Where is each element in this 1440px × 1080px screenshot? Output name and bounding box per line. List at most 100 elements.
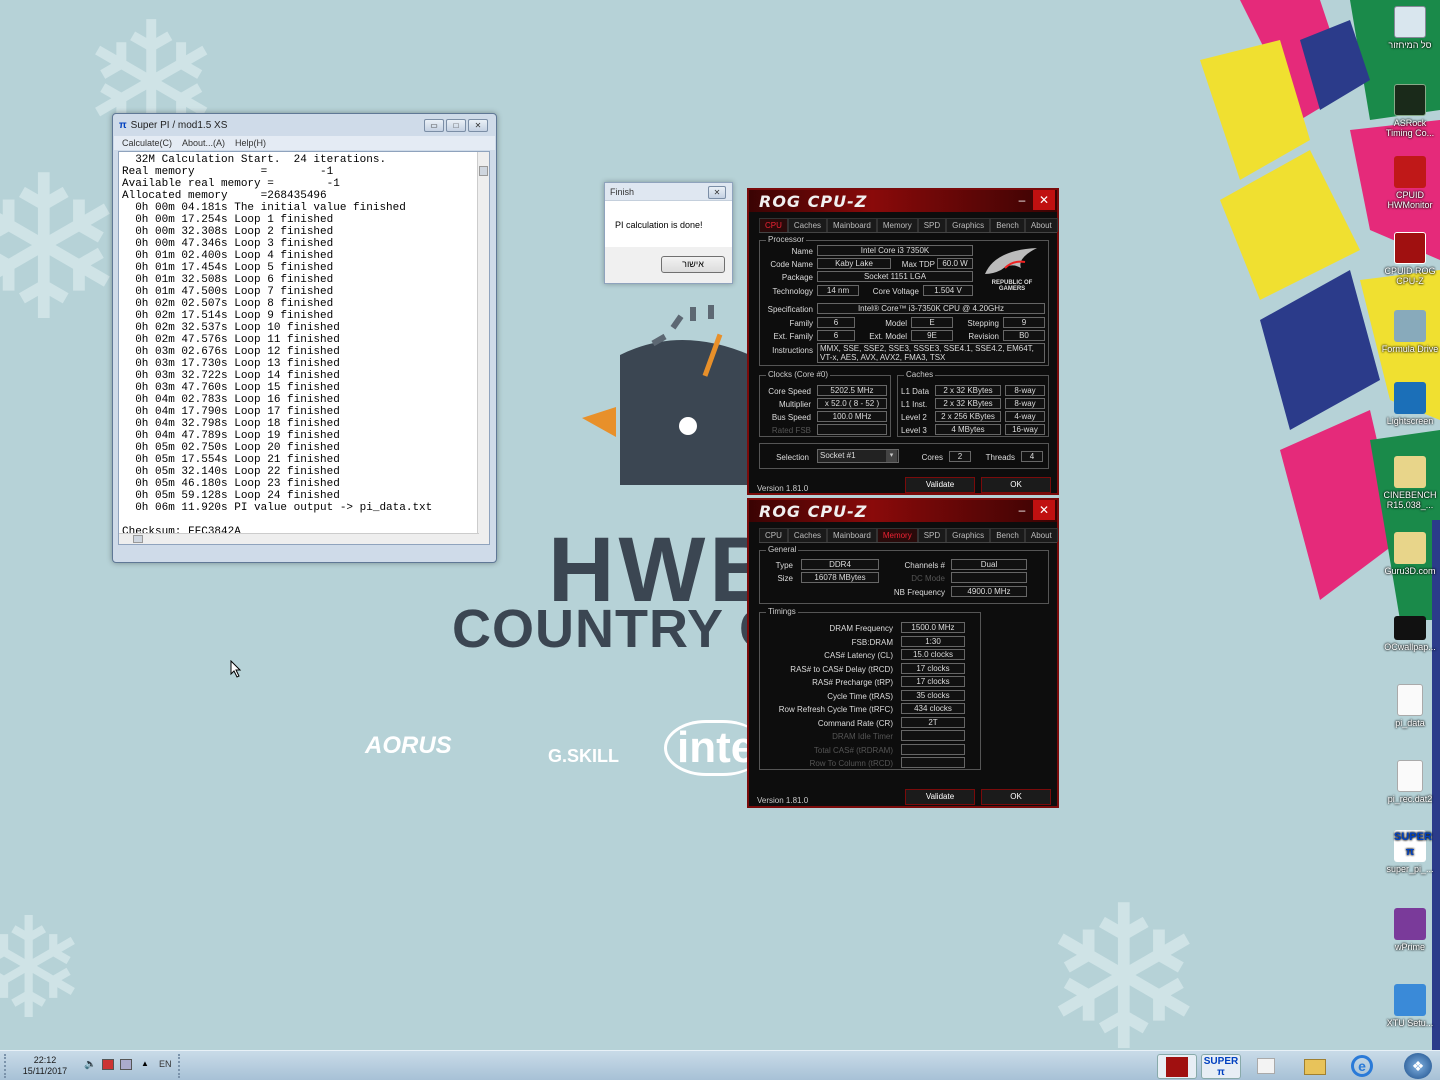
volume-icon[interactable]: 🔈: [84, 1059, 96, 1070]
tab-caches[interactable]: Caches: [787, 218, 828, 232]
calculation-log[interactable]: 32M Calculation Start. 24 iterations. Re…: [118, 151, 490, 545]
windows-logo-icon: ❖: [1411, 1058, 1425, 1074]
group-label: General: [766, 545, 799, 554]
desktop-icon-asrock-timing[interactable]: ASRock Timing Co...: [1380, 84, 1440, 138]
tab-cpu[interactable]: CPU: [759, 218, 788, 232]
tab-bench[interactable]: Bench: [990, 528, 1025, 542]
minimize-button[interactable]: –: [1011, 500, 1033, 520]
desktop-icon-lightscreen[interactable]: Lightscreen: [1380, 382, 1440, 426]
code-name-field: Kaby Lake: [817, 258, 891, 269]
network-icon[interactable]: [102, 1059, 114, 1070]
desktop-icon-hwmonitor[interactable]: CPUID HWMonitor: [1380, 156, 1440, 210]
taskbar-super-pi[interactable]: SUPER π: [1201, 1054, 1241, 1079]
instructions-field: MMX, SSE, SSE2, SSE3, SSSE3, SSE4.1, SSE…: [817, 343, 1045, 363]
clock[interactable]: 22:12 15/11/2017: [18, 1055, 72, 1077]
cpuz-tabs: CPU Caches Mainboard Memory SPD Graphics…: [759, 528, 1058, 543]
tab-memory[interactable]: Memory: [876, 528, 918, 542]
channels-label: Channels #: [904, 561, 945, 570]
scrollbar-thumb[interactable]: [133, 535, 143, 543]
desktop-icon-wprime[interactable]: wPrime: [1380, 908, 1440, 952]
tab-mainboard[interactable]: Mainboard: [827, 218, 877, 232]
timing-label: FSB:DRAM: [851, 637, 893, 647]
timing-value: 17 clocks: [901, 662, 965, 674]
dialog-close-button[interactable]: ✕: [708, 186, 726, 199]
vertical-scrollbar[interactable]: [477, 152, 489, 544]
maximize-button[interactable]: □: [446, 118, 466, 132]
show-hidden-icons-button[interactable]: ▲: [141, 1059, 149, 1068]
rog-cpuz-icon: [1166, 1057, 1188, 1077]
tab-about[interactable]: About: [1024, 528, 1058, 542]
taskbar-internet-explorer[interactable]: e: [1342, 1054, 1382, 1079]
menu-about[interactable]: About...(A): [182, 138, 225, 148]
super-pi-icon: SUPER π: [1394, 830, 1432, 862]
ok-button[interactable]: אישור: [661, 256, 725, 273]
cpuz-memory-window: ROG CPU-Z – ✕ CPU Caches Mainboard Memor…: [747, 498, 1059, 808]
tab-spd[interactable]: SPD: [917, 528, 947, 542]
tab-spd[interactable]: SPD: [917, 218, 947, 232]
chevron-down-icon[interactable]: ▾: [886, 450, 897, 462]
desktop-icon-xtu[interactable]: XTU Setu...: [1380, 984, 1440, 1028]
tab-about[interactable]: About: [1024, 218, 1058, 232]
desktop-icon-super-pi[interactable]: SUPER π super_pi_...: [1380, 830, 1440, 874]
validate-button[interactable]: Validate: [905, 789, 975, 805]
desktop-icon-guru3d[interactable]: Guru3D.com: [1380, 532, 1440, 576]
desktop-icon-recycle-bin[interactable]: סל המיחזור: [1380, 6, 1440, 50]
menu-help[interactable]: Help(H): [235, 138, 266, 148]
close-button[interactable]: ✕: [468, 118, 488, 132]
timing-value: 15.0 clocks: [901, 649, 965, 660]
l1-inst-way-field: 8-way: [1005, 398, 1045, 409]
desktop-icon-formula-drive[interactable]: Formula Drive: [1380, 310, 1440, 354]
text-file-icon: [1397, 684, 1423, 716]
media-player-icon: [1257, 1058, 1275, 1074]
ok-button[interactable]: OK: [981, 477, 1051, 493]
desktop-icon-rog-cpuz[interactable]: CPUID ROG CPU-Z: [1380, 232, 1440, 286]
action-center-icon[interactable]: [120, 1059, 132, 1070]
rog-cpuz-title: ROG CPU-Z: [759, 501, 868, 521]
language-indicator[interactable]: EN: [159, 1059, 172, 1069]
timing-label: RAS# to CAS# Delay (tRCD): [790, 664, 893, 674]
ok-button[interactable]: OK: [981, 789, 1051, 805]
level3-label: Level 3: [901, 426, 927, 435]
xtu-icon: [1394, 984, 1426, 1016]
tab-graphics[interactable]: Graphics: [946, 218, 991, 232]
desktop-icon-cinebench[interactable]: CINEBENCH R15.038_...: [1380, 456, 1440, 510]
republic-of-gamers-text: REPUBLIC OF GAMERS: [991, 280, 1033, 292]
desktop-icon-pi-data[interactable]: pi_data: [1380, 684, 1440, 728]
tab-bench[interactable]: Bench: [990, 218, 1025, 232]
memory-size-field: 16078 MBytes: [801, 572, 879, 583]
folder-icon: [1304, 1059, 1326, 1075]
timing-value: 17 clocks: [901, 676, 965, 687]
folder-icon: [1394, 532, 1426, 564]
taskbar-grip[interactable]: [178, 1054, 186, 1078]
start-button[interactable]: ❖: [1404, 1053, 1432, 1079]
minimize-button[interactable]: ▭: [424, 118, 444, 132]
rated-fsb-label: Rated FSB: [771, 426, 811, 435]
close-button[interactable]: ✕: [1033, 190, 1055, 210]
taskbar-rog-cpuz[interactable]: [1157, 1054, 1197, 1079]
tab-cpu[interactable]: CPU: [759, 528, 788, 542]
tab-caches[interactable]: Caches: [787, 528, 828, 542]
dc-mode-label: DC Mode: [911, 574, 945, 583]
tab-graphics[interactable]: Graphics: [946, 528, 991, 542]
taskbar-media-player[interactable]: [1246, 1054, 1286, 1079]
superpi-titlebar[interactable]: π Super PI / mod1.5 XS ▭ □ ✕: [113, 114, 496, 136]
horizontal-scrollbar[interactable]: [119, 533, 479, 544]
validate-button[interactable]: Validate: [905, 477, 975, 493]
level2-label: Level 2: [901, 413, 927, 422]
tab-mainboard[interactable]: Mainboard: [827, 528, 877, 542]
desktop-icon-pi-rec[interactable]: pi_rec.dat2: [1380, 760, 1440, 804]
taskbar-grip[interactable]: [4, 1054, 14, 1078]
multiplier-label: Multiplier: [778, 400, 811, 409]
close-button[interactable]: ✕: [1033, 500, 1055, 520]
scrollbar-thumb[interactable]: [479, 166, 488, 176]
tab-memory[interactable]: Memory: [876, 218, 918, 232]
desktop-icon-ocwallpaper[interactable]: OCwallpap...: [1380, 616, 1440, 652]
timing-label: Command Rate (CR): [817, 718, 893, 728]
core-speed-field: 5202.5 MHz: [817, 385, 887, 396]
dialog-titlebar[interactable]: Finish ✕: [605, 183, 732, 201]
taskbar-explorer[interactable]: [1295, 1054, 1335, 1079]
minimize-button[interactable]: –: [1011, 190, 1033, 210]
timing-label: DRAM Idle Timer: [832, 732, 893, 741]
ext-family-label: Ext. Family: [773, 332, 813, 341]
menu-calculate[interactable]: Calculate(C): [122, 138, 172, 148]
